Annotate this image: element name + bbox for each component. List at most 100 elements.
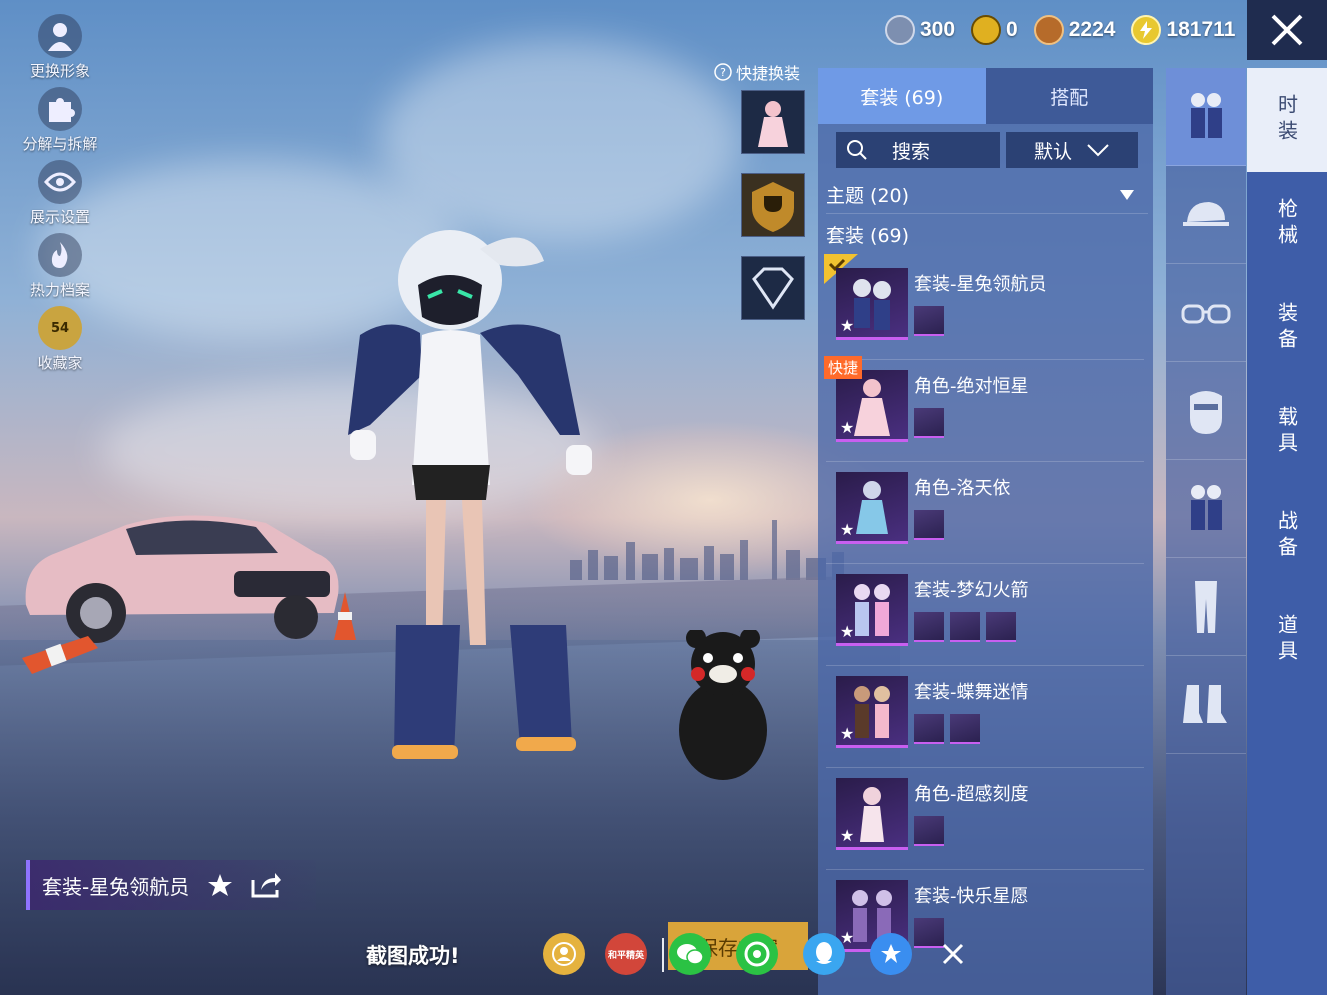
side-item-label: 更换形象 xyxy=(29,62,90,80)
suit-section-label: 套装 (69) xyxy=(826,224,910,247)
item-parts xyxy=(914,306,944,336)
quick-swap-slot-1[interactable] xyxy=(741,90,805,154)
side-item-label: 热力档案 xyxy=(29,281,90,299)
list-item[interactable]: ★ 快捷 角色-绝对恒星 xyxy=(824,356,1144,462)
type-label: 道具 xyxy=(1274,614,1299,666)
quick-swap-header[interactable]: ? 快捷换装 xyxy=(714,60,800,84)
side-item-display-settings[interactable]: 展示设置 xyxy=(10,160,110,233)
tab-match[interactable]: 搭配 xyxy=(985,68,1153,124)
type-label: 战备 xyxy=(1274,510,1299,562)
item-parts xyxy=(914,612,1016,642)
type-label: 枪械 xyxy=(1274,198,1299,250)
side-item-label: 分解与拆解 xyxy=(22,135,98,153)
type-fashion[interactable]: 时装 xyxy=(1247,68,1327,172)
divider xyxy=(662,938,664,972)
trophy-shield-icon xyxy=(752,182,794,232)
quick-swap-slot-3[interactable] xyxy=(741,256,805,320)
svg-text:?: ? xyxy=(720,66,726,79)
part-thumbnail xyxy=(914,306,944,336)
category-outfit-alt[interactable] xyxy=(1166,460,1246,558)
side-item-decompose[interactable]: 分解与拆解 xyxy=(10,87,110,160)
quick-badge: 快捷 xyxy=(824,356,863,379)
close-button[interactable] xyxy=(1247,0,1327,60)
side-item-heat-archive[interactable]: 热力档案 xyxy=(10,233,110,306)
share-wechat-button[interactable] xyxy=(669,933,711,975)
item-parts xyxy=(914,714,980,744)
mask-icon xyxy=(1190,390,1222,434)
currency-silver[interactable]: 300 xyxy=(885,15,955,45)
currency-bar: 300 0 2224 181711 xyxy=(885,10,1243,50)
share-icon[interactable] xyxy=(251,872,282,898)
item-parts xyxy=(914,408,944,438)
sort-label: 默认 xyxy=(1033,140,1072,163)
close-share-button[interactable] xyxy=(932,933,974,975)
silver-coin-icon xyxy=(885,15,915,45)
share-game-button[interactable]: 和平精英 xyxy=(605,933,647,975)
mascot-bear xyxy=(679,630,767,780)
star-icon: ★ xyxy=(840,826,855,845)
boots-icon xyxy=(1183,684,1227,723)
share-qzone-button[interactable] xyxy=(870,933,912,975)
category-pants[interactable] xyxy=(1166,558,1246,656)
type-label: 载具 xyxy=(1274,406,1299,458)
close-icon xyxy=(942,943,964,965)
tool-row: 搜索 默认 xyxy=(836,132,1138,168)
part-thumbnail xyxy=(986,612,1016,642)
quick-swap-label: 快捷换装 xyxy=(736,64,801,83)
star-icon: ★ xyxy=(840,520,855,539)
type-guns[interactable]: 枪械 xyxy=(1247,172,1327,276)
side-item-label: 展示设置 xyxy=(29,208,90,226)
item-name: 角色-超感刻度 xyxy=(914,784,1029,805)
list-item[interactable]: ★ 角色-洛天依 xyxy=(826,462,1144,564)
flame-icon xyxy=(38,233,82,277)
quick-swap-slot-2[interactable] xyxy=(741,173,805,237)
currency-value: 0 xyxy=(1006,18,1018,41)
side-item-change-avatar[interactable]: 更换形象 xyxy=(10,14,110,87)
qq-icon xyxy=(816,942,832,964)
city-skyline xyxy=(570,520,844,580)
favorite-star-icon[interactable] xyxy=(207,872,233,898)
type-vehicles[interactable]: 载具 xyxy=(1247,380,1327,484)
list-item[interactable]: ★ 套装-梦幻火箭 xyxy=(826,564,1144,666)
list-item[interactable]: ★ 套装-星兔领航员 xyxy=(824,254,1144,360)
category-outfit[interactable] xyxy=(1166,68,1246,166)
part-thumbnail xyxy=(914,612,944,642)
category-boots[interactable] xyxy=(1166,656,1246,754)
category-cap[interactable] xyxy=(1166,166,1246,264)
item-thumbnail: ★ xyxy=(836,472,908,544)
part-thumbnail xyxy=(914,816,944,846)
type-items[interactable]: 道具 xyxy=(1247,588,1327,692)
currency-coupon[interactable]: 2224 xyxy=(1033,15,1116,45)
current-outfit-name: 套装-星兔领航员 xyxy=(42,874,190,899)
list-item[interactable]: ★ 套装-蝶舞迷情 xyxy=(826,666,1144,768)
game-logo-text: 和平精英 xyxy=(607,950,644,961)
part-thumbnail xyxy=(950,612,980,642)
star-icon: ★ xyxy=(840,418,855,437)
share-game-friend-button[interactable] xyxy=(543,933,585,975)
list-item[interactable]: ★ 角色-超感刻度 xyxy=(826,768,1144,870)
share-qq-button[interactable] xyxy=(803,933,845,975)
sort-dropdown[interactable]: 默认 xyxy=(1006,132,1138,168)
eye-icon xyxy=(38,160,82,204)
side-item-collector[interactable]: 54 收藏家 xyxy=(10,306,110,379)
type-combat-gear[interactable]: 战备 xyxy=(1247,484,1327,588)
tab-suits[interactable]: 套装 (69) xyxy=(818,68,986,124)
type-equipment[interactable]: 装备 xyxy=(1247,276,1327,380)
item-thumbnail: ★ xyxy=(836,268,908,340)
chevron-down-icon xyxy=(1087,144,1109,157)
currency-bp[interactable]: 0 xyxy=(971,15,1018,45)
collector-level: 54 xyxy=(50,320,70,336)
share-moments-button[interactable] xyxy=(736,933,778,975)
current-outfit-bar: 套装-星兔领航员 xyxy=(26,860,316,910)
theme-section-row[interactable]: 主题 (20) xyxy=(826,176,1148,214)
glasses-icon xyxy=(1181,304,1231,323)
energy-icon xyxy=(1131,15,1162,45)
category-glasses[interactable] xyxy=(1166,264,1246,362)
search-button[interactable]: 搜索 xyxy=(836,132,1000,168)
item-parts xyxy=(914,816,944,846)
currency-energy[interactable]: 181711 xyxy=(1131,15,1235,45)
category-mask[interactable] xyxy=(1166,362,1246,460)
currency-value: 2224 xyxy=(1068,18,1116,41)
search-icon xyxy=(847,140,867,160)
side-menu: 更换形象 分解与拆解 展示设置 热力档案 54 收藏家 xyxy=(10,14,110,379)
